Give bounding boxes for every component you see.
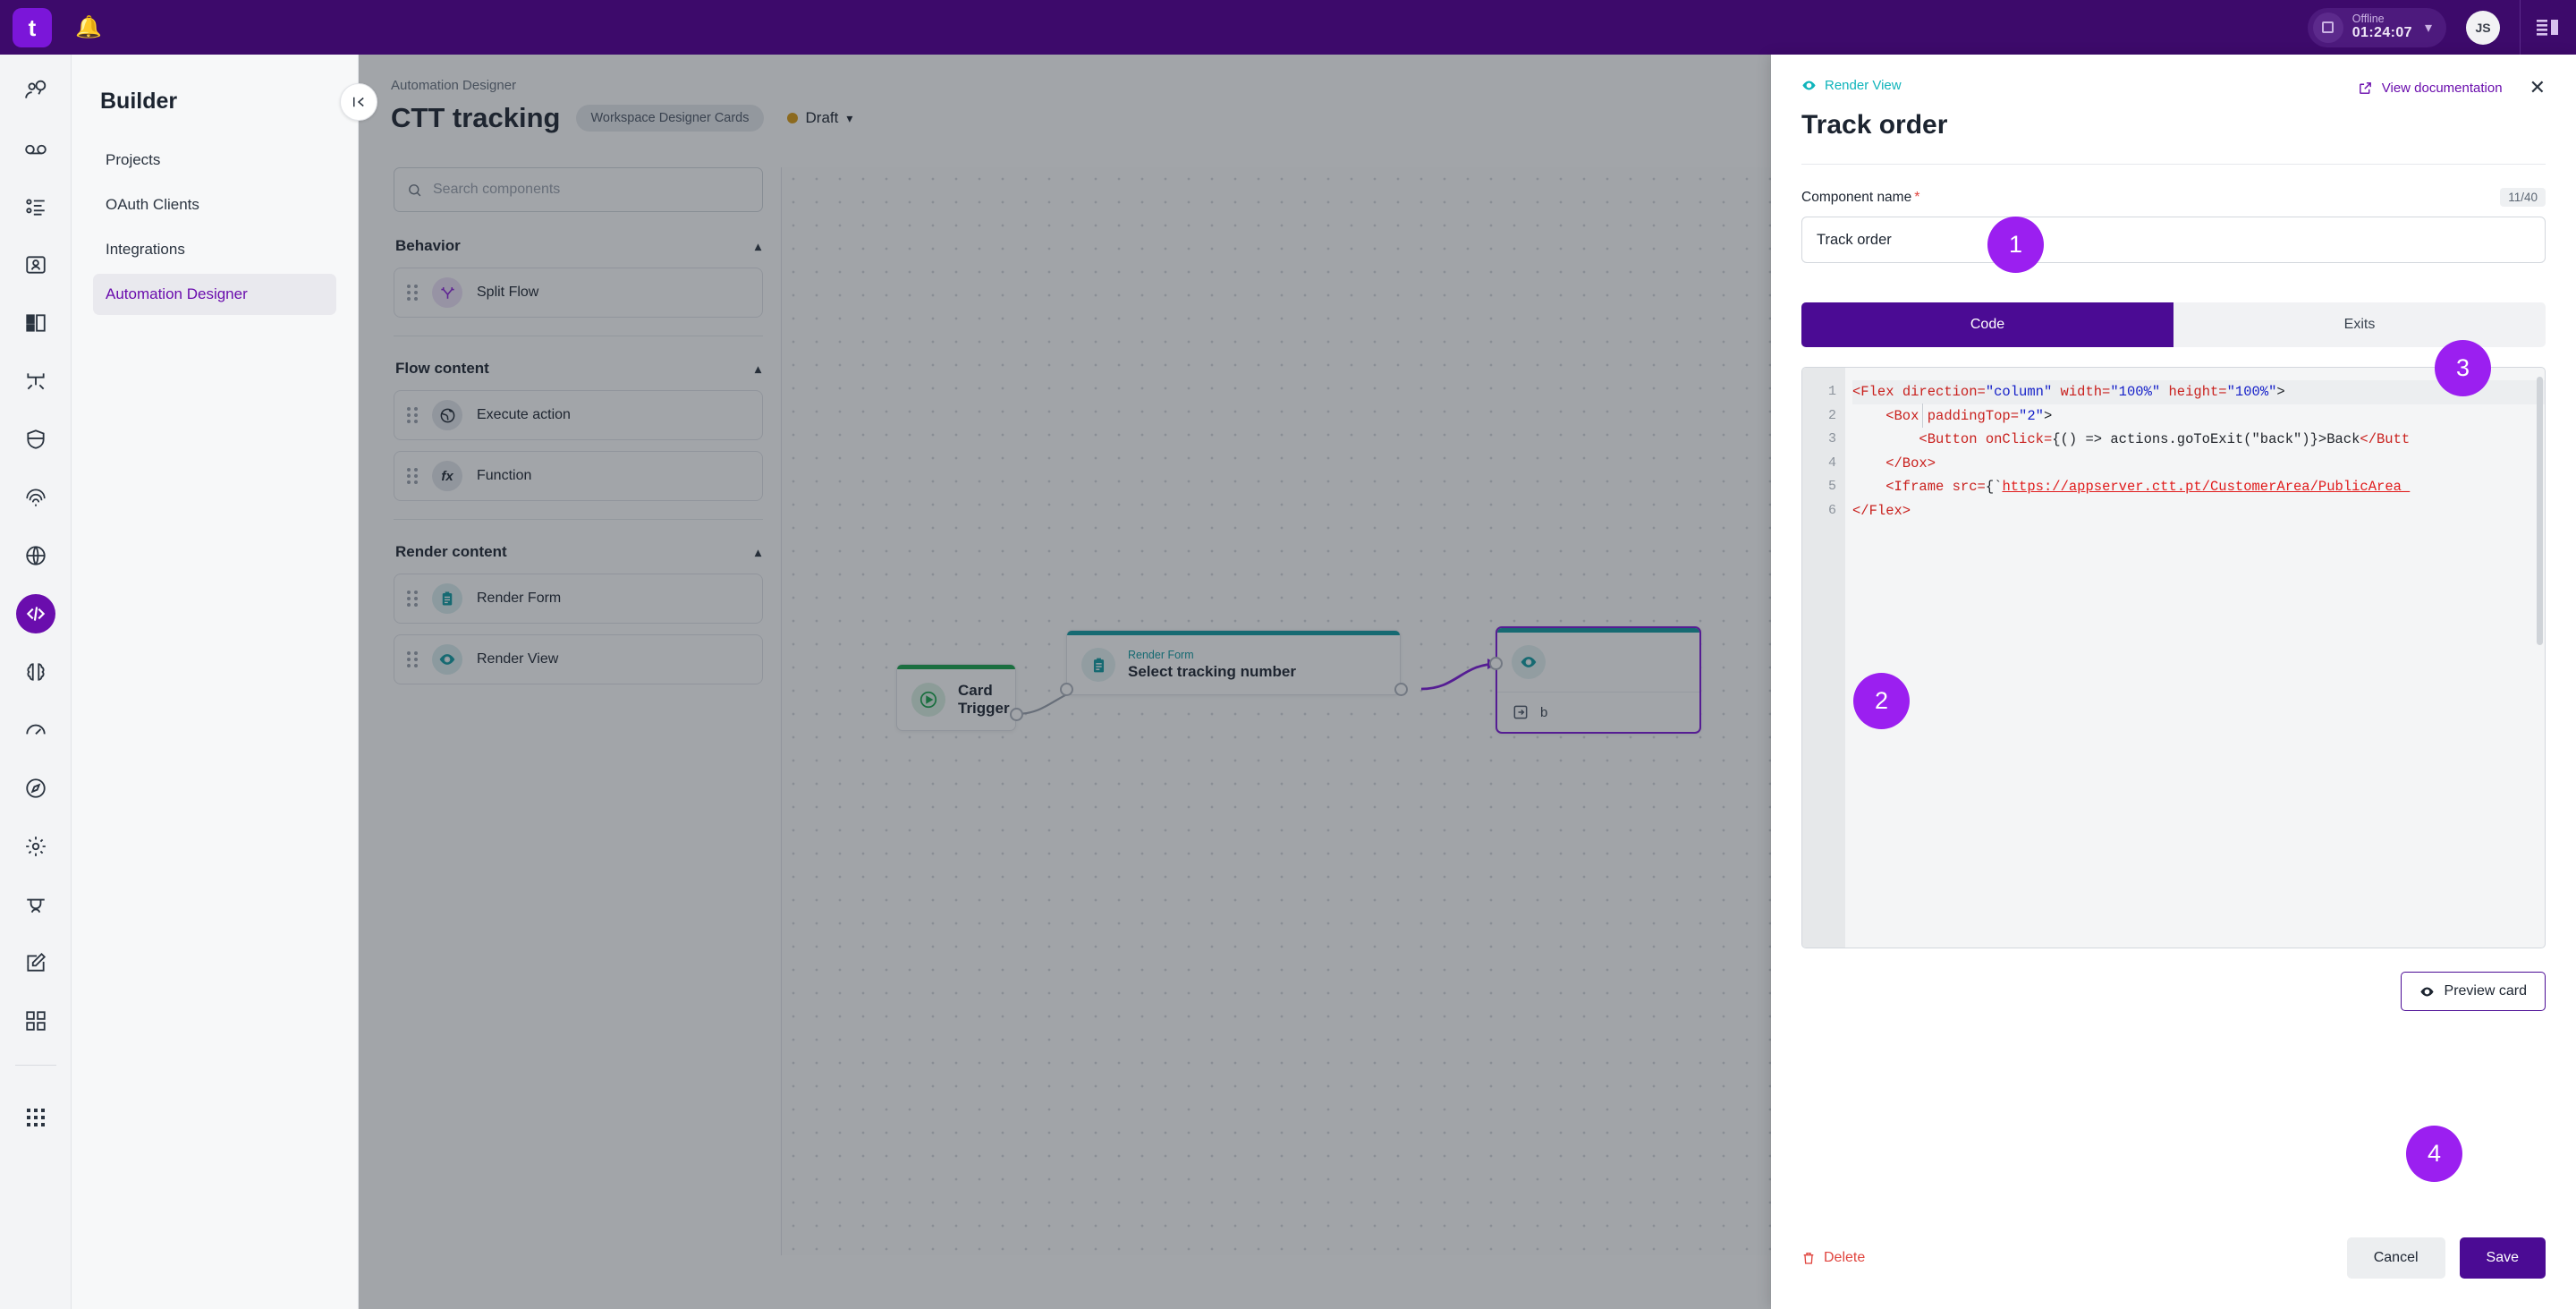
chevron-down-icon[interactable]: ▾ (2425, 19, 2432, 37)
preview-card-button[interactable]: Preview card (2400, 972, 2546, 1011)
drawer-title: Track order (1801, 110, 1948, 140)
code-line: <Iframe src={`https://appserver.ctt.pt/C… (1852, 479, 2411, 495)
delete-button[interactable]: Delete (1801, 1250, 1865, 1266)
view-documentation-label: View documentation (2381, 80, 2503, 96)
component-name-label-row: Component name * 11/40 (1801, 188, 2546, 207)
nav-item-integrations[interactable]: Integrations (93, 229, 336, 270)
component-name-value: Track order (1817, 231, 1892, 248)
compass-icon[interactable] (16, 769, 55, 808)
external-link-icon (2359, 81, 2371, 94)
queue-list-icon[interactable] (16, 187, 55, 226)
avatar[interactable]: JS (2466, 10, 2500, 45)
nav-item-oauth-clients[interactable]: OAuth Clients (93, 184, 336, 225)
gauge-icon[interactable] (16, 710, 55, 750)
tab-exits[interactable]: Exits (2174, 302, 2546, 347)
component-name-input[interactable]: Track order (1801, 217, 2546, 263)
indent-guide (1922, 404, 1923, 428)
code-line: </Flex> (1852, 502, 1911, 519)
line-number: 2 (1827, 407, 1836, 423)
app-logo[interactable]: t (13, 7, 52, 47)
annotation-badge-4: 4 (2406, 1126, 2462, 1182)
gear-icon[interactable] (16, 827, 55, 866)
code-line: </Box> (1852, 455, 1936, 472)
app-logo-glyph: t (28, 13, 37, 41)
annotation-badge-2: 2 (1853, 673, 1910, 729)
code-line: <Button onClick={() => actions.goToExit(… (1852, 431, 2411, 447)
avatar-initials: JS (2475, 20, 2491, 35)
brain-icon[interactable] (16, 652, 55, 692)
component-name-field-group: Component name * 11/40 Track order (1771, 165, 2576, 263)
app-root: t 🔔 Offline 01:24:07 ▾ JS Builder Projec… (0, 0, 2576, 1309)
agent-status-label: Offline (2351, 13, 2385, 26)
close-icon[interactable]: ✕ (2529, 78, 2546, 98)
nav-item-automation-designer[interactable]: Automation Designer (93, 274, 336, 315)
preview-row: Preview card (1801, 972, 2546, 1011)
footer-actions: Cancel Save (2346, 1237, 2546, 1279)
eye-view-icon (1802, 81, 1816, 90)
collapse-panel-icon (353, 97, 364, 107)
drawer-footer: Delete Cancel Save (1771, 1237, 2576, 1309)
component-name-label: Component name (1801, 189, 1912, 205)
save-button[interactable]: Save (2459, 1237, 2546, 1279)
voicemail-icon[interactable] (16, 129, 55, 168)
code-text-area[interactable]: <Flex direction="column" width="100%" he… (1845, 368, 2545, 948)
view-documentation-link[interactable]: View documentation (2358, 81, 2503, 96)
drawer-header: Render View View documentation ✕ Track o… (1771, 55, 2576, 165)
required-marker: * (1914, 189, 1920, 205)
drawer-kicker-label: Render View (1825, 78, 1902, 93)
dashboard-layout-icon[interactable] (16, 303, 55, 343)
builder-title: Builder (100, 89, 178, 114)
app-launcher-icon[interactable] (16, 1098, 55, 1137)
drawer-header-actions: View documentation ✕ (2358, 78, 2546, 98)
line-number: 1 (1827, 384, 1836, 399)
divider (14, 1065, 56, 1066)
globe-icon[interactable] (16, 536, 55, 575)
nav-item-projects[interactable]: Projects (93, 140, 336, 181)
contacts-icon[interactable] (16, 245, 55, 285)
top-bar-right: Offline 01:24:07 ▾ JS (2307, 0, 2576, 55)
annotation-badge-3: 3 (2435, 340, 2491, 396)
top-bar: t 🔔 Offline 01:24:07 ▾ JS (0, 0, 2576, 55)
drawer-tabs: Code Exits (1801, 302, 2546, 347)
graduation-cap-icon[interactable] (16, 885, 55, 924)
agent-status-text: Offline 01:24:07 (2352, 13, 2412, 42)
editor-vertical-scrollbar[interactable] (2537, 377, 2543, 645)
code-icon[interactable] (15, 594, 55, 633)
shield-icon[interactable] (16, 420, 55, 459)
tab-code[interactable]: Code (1801, 302, 2174, 347)
bell-icon[interactable]: 🔔 (75, 14, 102, 40)
trash-icon (1803, 1253, 1814, 1264)
fingerprint-icon[interactable] (16, 478, 55, 517)
line-number-gutter: 1 2 3 4 5 6 (1802, 368, 1845, 948)
code-editor[interactable]: 1 2 3 4 5 6 <Flex direction="column" wid… (1801, 367, 2546, 948)
preview-card-label: Preview card (2444, 983, 2527, 999)
eye-view-icon (2419, 987, 2434, 996)
annotation-badge-1: 1 (1987, 217, 2044, 273)
edit-square-icon[interactable] (16, 943, 55, 982)
code-line: <Box paddingTop="2"> (1852, 407, 2053, 424)
cancel-button[interactable]: Cancel (2346, 1237, 2445, 1279)
agent-chat-icon[interactable] (16, 71, 55, 110)
panel-toggle-icon[interactable] (2521, 0, 2576, 55)
stop-square-icon (2312, 12, 2343, 43)
apps-grid-icon[interactable] (16, 1001, 55, 1041)
line-number: 3 (1827, 431, 1836, 446)
drawer-scrim[interactable] (359, 55, 1771, 1309)
agent-status-timer: 01:24:07 (2351, 25, 2412, 41)
line-number: 5 (1827, 479, 1836, 494)
drawer-kicker: Render View (1801, 78, 1902, 93)
builder-nav: Builder Projects OAuth Clients Integrati… (72, 55, 359, 1309)
line-number: 6 (1827, 502, 1836, 518)
char-counter: 11/40 (2500, 188, 2546, 207)
icon-rail (0, 55, 72, 1309)
drawer-header-row: Render View View documentation ✕ (1801, 78, 2546, 98)
collapse-sidebar-button[interactable] (340, 83, 377, 121)
agent-status-selector[interactable]: Offline 01:24:07 ▾ (2307, 7, 2446, 47)
routing-flow-icon[interactable] (16, 361, 55, 401)
delete-label: Delete (1824, 1250, 1866, 1265)
line-number: 4 (1827, 455, 1836, 471)
